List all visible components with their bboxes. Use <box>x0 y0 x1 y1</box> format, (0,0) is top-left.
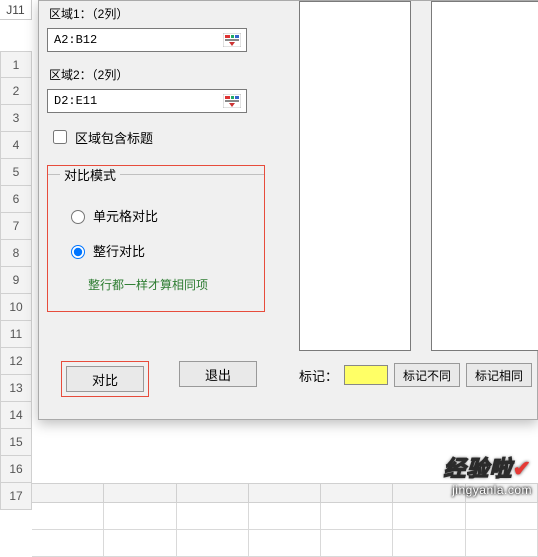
row-header[interactable]: 7 <box>0 213 32 240</box>
column-header[interactable] <box>321 483 393 503</box>
cell[interactable] <box>249 503 321 530</box>
column-header[interactable] <box>466 483 538 503</box>
cell[interactable] <box>393 503 465 530</box>
row-compare-hint: 整行都一样才算相同项 <box>88 276 254 293</box>
column-header[interactable] <box>32 483 104 503</box>
row-header[interactable]: 1 <box>0 51 32 78</box>
cell[interactable] <box>321 503 393 530</box>
cell[interactable] <box>104 503 176 530</box>
mark-diff-button[interactable]: 标记不同 <box>394 363 460 387</box>
cell[interactable] <box>466 530 538 557</box>
region2-label: 区域2：（2列） <box>49 66 281 83</box>
row-header[interactable]: 17 <box>0 483 32 510</box>
row-header[interactable]: 4 <box>0 132 32 159</box>
range-picker-icon[interactable] <box>222 93 242 109</box>
row-header[interactable]: 9 <box>0 267 32 294</box>
cell[interactable] <box>32 530 104 557</box>
row-header[interactable]: 2 <box>0 78 32 105</box>
mark-row: 标记： 标记不同 标记相同 <box>299 363 532 387</box>
grid-rows <box>32 503 538 557</box>
region2-input-wrap[interactable] <box>47 89 247 113</box>
mark-color-swatch[interactable] <box>344 365 388 385</box>
row-header[interactable]: 5 <box>0 159 32 186</box>
watermark-brand: 经验啦 <box>444 456 513 481</box>
check-icon: ✔ <box>513 456 532 481</box>
left-pane: 区域1：（2列） 区域2：（2列） <box>47 1 281 312</box>
row-header[interactable]: 16 <box>0 456 32 483</box>
row-header[interactable]: 6 <box>0 186 32 213</box>
column-header[interactable] <box>104 483 176 503</box>
row-header[interactable]: 13 <box>0 375 32 402</box>
radio-row-compare-label: 整行对比 <box>93 241 145 260</box>
column-header-row <box>32 483 538 503</box>
row-header[interactable]: 3 <box>0 105 32 132</box>
include-title-checkbox[interactable] <box>53 130 67 144</box>
row-header-column: 1234567891011121314151617 <box>0 51 32 510</box>
row-header[interactable]: 15 <box>0 429 32 456</box>
region1-label: 区域1：（2列） <box>49 5 281 22</box>
row-header[interactable]: 8 <box>0 240 32 267</box>
mark-same-button[interactable]: 标记相同 <box>466 363 532 387</box>
cell[interactable] <box>466 503 538 530</box>
result-list-left[interactable] <box>299 1 411 351</box>
column-header[interactable] <box>249 483 321 503</box>
cell[interactable] <box>32 503 104 530</box>
column-header[interactable] <box>177 483 249 503</box>
name-box-value: J11 <box>6 3 24 17</box>
compare-mode-legend: 对比模式 <box>60 165 120 184</box>
name-box[interactable]: J11 <box>0 0 32 20</box>
radio-row-compare[interactable]: 整行对比 <box>66 241 254 260</box>
row-header[interactable]: 12 <box>0 348 32 375</box>
row-header[interactable]: 11 <box>0 321 32 348</box>
radio-row-compare-input[interactable] <box>71 245 85 259</box>
exit-button[interactable]: 退出 <box>179 361 257 387</box>
result-list-right[interactable] <box>431 1 538 351</box>
region1-input[interactable] <box>52 32 222 48</box>
row-header[interactable]: 10 <box>0 294 32 321</box>
compare-mode-fieldset: 对比模式 单元格对比 整行对比 整行都一样才算相同项 <box>47 165 265 312</box>
compare-button-highlight: 对比 <box>61 361 149 397</box>
cell[interactable] <box>393 530 465 557</box>
radio-cell-compare-label: 单元格对比 <box>93 206 158 225</box>
cell[interactable] <box>321 530 393 557</box>
region2-input[interactable] <box>52 93 222 109</box>
radio-cell-compare-input[interactable] <box>71 210 85 224</box>
action-button-row: 对比 退出 <box>61 361 257 397</box>
compare-dialog: 区域1：（2列） 区域2：（2列） <box>38 0 538 420</box>
mark-label: 标记： <box>299 366 338 385</box>
range-picker-icon[interactable] <box>222 32 242 48</box>
radio-cell-compare[interactable]: 单元格对比 <box>66 206 254 225</box>
compare-button[interactable]: 对比 <box>66 366 144 392</box>
cell[interactable] <box>249 530 321 557</box>
column-header[interactable] <box>393 483 465 503</box>
region1-input-wrap[interactable] <box>47 28 247 52</box>
cell[interactable] <box>177 503 249 530</box>
row-header[interactable]: 14 <box>0 402 32 429</box>
cell[interactable] <box>104 530 176 557</box>
cell[interactable] <box>177 530 249 557</box>
include-title-label: 区域包含标题 <box>75 128 153 147</box>
include-title-checkbox-row[interactable]: 区域包含标题 <box>49 127 281 147</box>
